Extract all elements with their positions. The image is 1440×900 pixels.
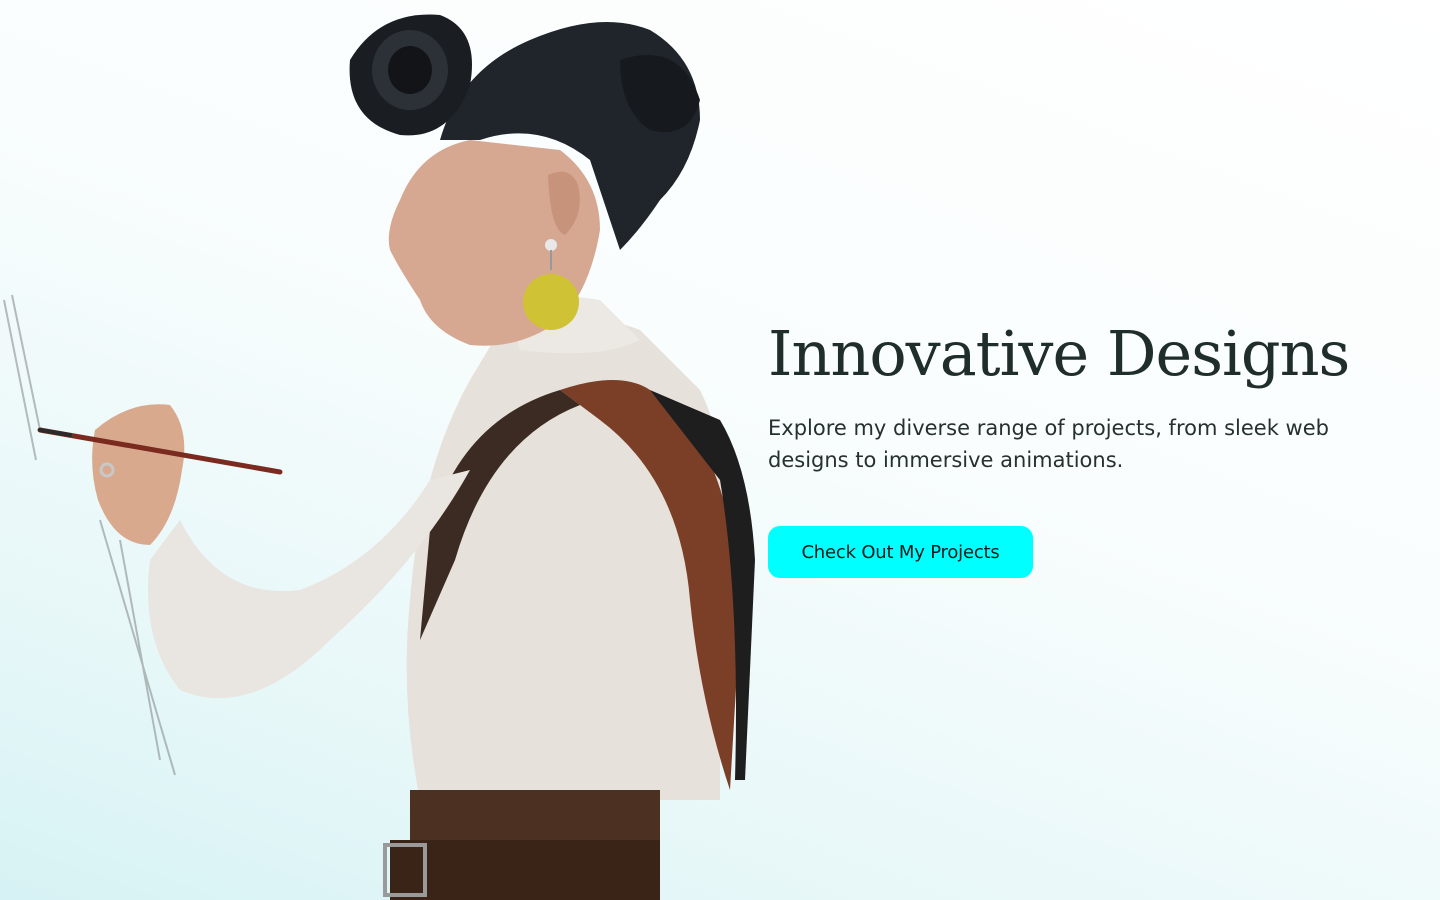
hero-section: Innovative Designs Explore my diverse ra… [0, 0, 1440, 900]
check-out-projects-button[interactable]: Check Out My Projects [768, 526, 1033, 578]
hero-subtitle: Explore my diverse range of projects, fr… [768, 416, 1329, 472]
hero-image [0, 0, 780, 900]
woman-painting-illustration [3, 14, 755, 900]
hero-copy: Innovative Designs Explore my diverse ra… [768, 318, 1388, 476]
hero-title: Innovative Designs [768, 317, 1350, 390]
